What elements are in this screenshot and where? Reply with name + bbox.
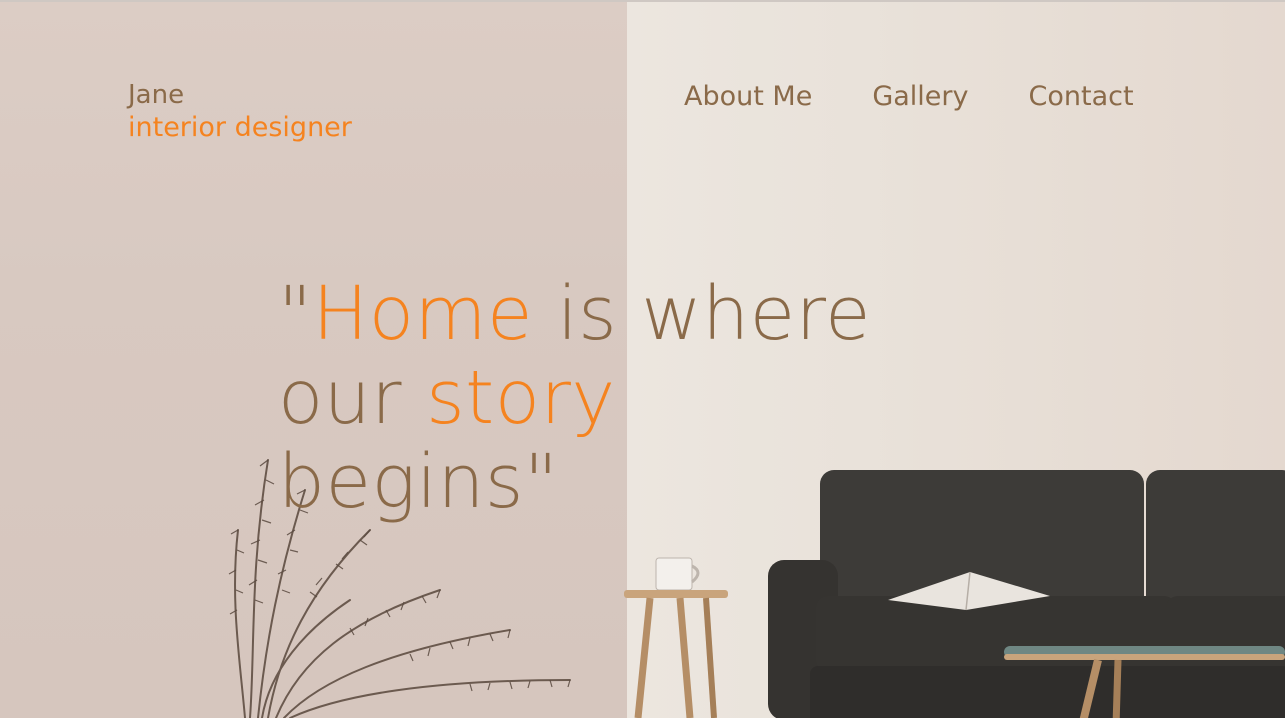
top-border [0,0,1285,2]
quote-word-home: Home [312,271,534,357]
nav-item-gallery[interactable]: Gallery [872,80,968,114]
brand-tagline: interior designer [128,112,352,143]
main-nav: About Me Gallery Contact [684,80,1134,114]
hero-section: Jane interior designer About Me Gallery … [0,0,1285,718]
nav-item-about-me[interactable]: About Me [684,80,812,114]
quote-word-story: story [426,355,616,441]
brand-name: Jane [128,80,185,110]
coffee-table-illustration [1004,646,1285,718]
quote-text-is-where: is where [533,271,872,357]
quote-text-our: our [278,355,427,441]
quote-text-begins: begins" [278,439,559,525]
side-table-with-mug-illustration [624,557,728,718]
brand-logo[interactable]: Jane interior designer [128,80,352,144]
nav-item-contact[interactable]: Contact [1029,80,1134,114]
hero-quote: "Home is where our story begins" [278,272,871,524]
quote-open-mark: " [278,271,313,357]
